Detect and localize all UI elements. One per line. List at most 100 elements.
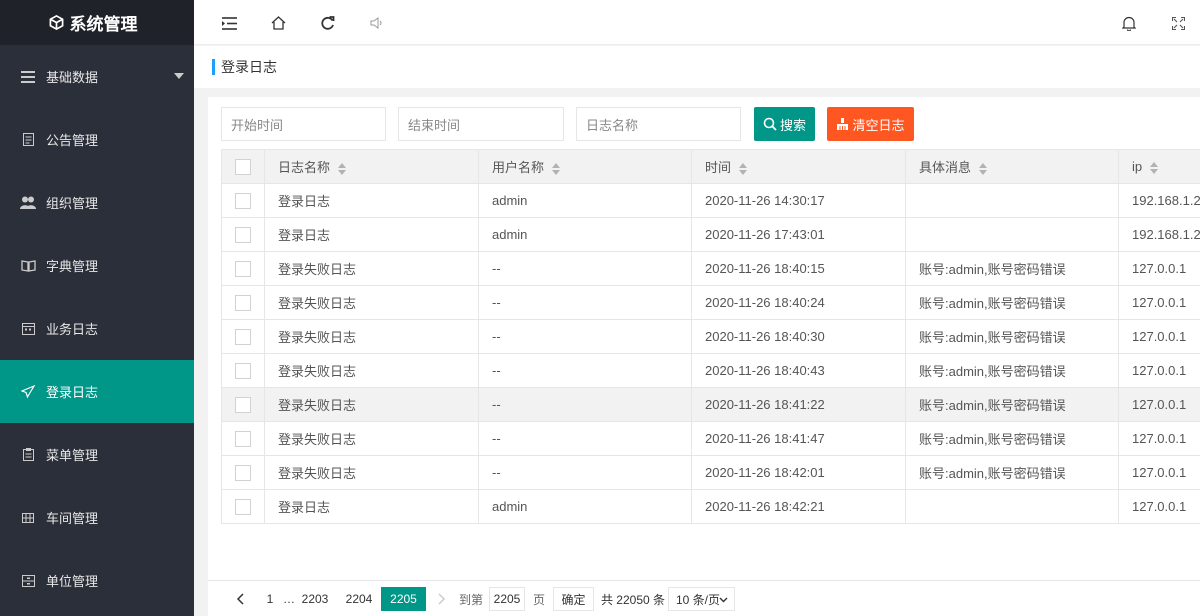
home-icon[interactable]	[269, 14, 287, 32]
sidebar-item-notice[interactable]: 公告管理	[0, 108, 194, 171]
page-unit-label: 页	[532, 592, 545, 607]
sidebar-item-business-log[interactable]: 业务日志	[0, 297, 194, 360]
cell-ip: 127.0.0.1	[1118, 489, 1200, 524]
cell-message	[905, 489, 1119, 524]
cell-ip: 192.168.1.2	[1118, 183, 1200, 218]
column-header-message[interactable]: 具体消息	[905, 149, 1119, 184]
cell-log-name: 登录失败日志	[264, 319, 479, 354]
cell-user-name: admin	[478, 217, 692, 252]
row-checkbox[interactable]	[235, 328, 251, 345]
row-checkbox[interactable]	[235, 362, 251, 379]
table-row[interactable]: 登录失败日志 -- 2020-11-26 18:40:15 账号:admin,账…	[221, 251, 1200, 286]
table-row[interactable]: 登录失败日志 -- 2020-11-26 18:40:30 账号:admin,账…	[221, 319, 1200, 354]
column-header-log-name[interactable]: 日志名称	[264, 149, 479, 184]
cell-ip: 127.0.0.1	[1118, 421, 1200, 456]
page-first[interactable]: 1	[262, 587, 278, 611]
app-logo[interactable]: 系统管理	[0, 0, 194, 45]
sidebar-item-unit[interactable]: 单位管理	[0, 549, 194, 612]
search-button[interactable]: 搜索	[754, 107, 815, 141]
clear-log-button[interactable]: 清空日志	[827, 107, 914, 141]
table-row[interactable]: 登录日志 admin 2020-11-26 18:42:21 127.0.0.1	[221, 489, 1200, 524]
sidebar-item-organization[interactable]: 组织管理	[0, 171, 194, 234]
calendar-icon	[20, 321, 36, 337]
column-header-user-name[interactable]: 用户名称	[478, 149, 692, 184]
document-icon	[20, 132, 36, 148]
login-log-table: 日志名称 用户名称 时间 具体消息 ip 登录日志 admin 2020-11-…	[221, 149, 1200, 524]
table-row[interactable]: 登录日志 admin 2020-11-26 17:43:01 192.168.1…	[221, 217, 1200, 252]
sidebar-item-login-log[interactable]: 登录日志	[0, 360, 194, 423]
cell-user-name: --	[478, 251, 692, 286]
table-row[interactable]: 登录失败日志 -- 2020-11-26 18:41:47 账号:admin,账…	[221, 421, 1200, 456]
sidebar-item-label: 登录日志	[46, 385, 99, 400]
cell-user-name: admin	[478, 489, 692, 524]
row-checkbox[interactable]	[235, 464, 251, 481]
sort-icon[interactable]	[979, 162, 988, 175]
row-checkbox[interactable]	[235, 260, 251, 277]
storage-icon	[20, 573, 36, 589]
page-2204[interactable]: 2204	[342, 587, 376, 611]
send-icon	[20, 384, 36, 400]
fullscreen-icon[interactable]	[1169, 14, 1187, 32]
column-header-ip[interactable]: ip	[1118, 149, 1200, 184]
menu-fold-icon[interactable]	[220, 14, 238, 32]
cell-user-name: --	[478, 421, 692, 456]
speaker-icon[interactable]	[368, 14, 386, 32]
sort-icon[interactable]	[552, 162, 561, 175]
cell-user-name: --	[478, 353, 692, 388]
page-size-select[interactable]: 10 条/页	[668, 587, 735, 611]
cell-log-name: 登录失败日志	[264, 353, 479, 388]
goto-confirm-button[interactable]: 确定	[553, 587, 594, 611]
column-header-time[interactable]: 时间	[691, 149, 906, 184]
pagination: 1 … 2203 2204 2205 到第 2205 页 确定 共 22050 …	[208, 580, 1200, 616]
broom-icon	[837, 117, 849, 130]
select-all-cell	[221, 149, 265, 184]
cell-message: 账号:admin,账号密码错误	[905, 421, 1119, 456]
log-name-input[interactable]: 日志名称	[576, 107, 741, 141]
start-time-input[interactable]: 开始时间	[221, 107, 386, 141]
row-checkbox[interactable]	[235, 498, 251, 515]
users-icon	[20, 195, 36, 211]
sidebar-item-label: 基础数据	[46, 70, 99, 85]
page-2203[interactable]: 2203	[298, 587, 332, 611]
goto-page-input[interactable]: 2205	[489, 587, 525, 611]
sidebar-item-workshop[interactable]: 车间管理	[0, 486, 194, 549]
page-title-bar: 登录日志	[194, 46, 1200, 88]
sidebar-item-label: 车间管理	[46, 511, 99, 526]
page-current[interactable]: 2205	[381, 587, 426, 611]
bell-icon[interactable]	[1120, 14, 1138, 32]
table-row[interactable]: 登录失败日志 -- 2020-11-26 18:42:01 账号:admin,账…	[221, 455, 1200, 490]
table-row[interactable]: 登录日志 admin 2020-11-26 14:30:17 192.168.1…	[221, 183, 1200, 218]
row-checkbox[interactable]	[235, 430, 251, 447]
table-row[interactable]: 登录失败日志 -- 2020-11-26 18:40:43 账号:admin,账…	[221, 353, 1200, 388]
top-header	[194, 0, 1200, 45]
sidebar-item-menu[interactable]: 菜单管理	[0, 423, 194, 486]
cell-message: 账号:admin,账号密码错误	[905, 387, 1119, 422]
sort-icon[interactable]	[739, 162, 748, 175]
log-name-placeholder: 日志名称	[586, 117, 639, 133]
cell-time: 2020-11-26 18:42:01	[691, 455, 906, 490]
refresh-icon[interactable]	[318, 14, 336, 32]
cell-time: 2020-11-26 18:40:15	[691, 251, 906, 286]
row-checkbox[interactable]	[235, 294, 251, 311]
chevron-down-icon	[719, 597, 728, 603]
cell-time: 2020-11-26 18:40:43	[691, 353, 906, 388]
row-checkbox[interactable]	[235, 192, 251, 209]
sidebar-item-dictionary[interactable]: 字典管理	[0, 234, 194, 297]
cube-icon	[49, 15, 63, 30]
row-checkbox[interactable]	[235, 226, 251, 243]
select-all-checkbox[interactable]	[235, 158, 251, 175]
row-checkbox[interactable]	[235, 396, 251, 413]
app-title: 系统管理	[69, 15, 138, 34]
end-time-input[interactable]: 结束时间	[398, 107, 564, 141]
prev-page-button[interactable]	[232, 587, 248, 611]
table-row[interactable]: 登录失败日志 -- 2020-11-26 18:40:24 账号:admin,账…	[221, 285, 1200, 320]
sort-icon[interactable]	[1150, 161, 1159, 174]
total-count: 共 22050 条	[600, 592, 666, 607]
sort-icon[interactable]	[338, 162, 347, 175]
next-page-button[interactable]	[434, 587, 450, 611]
cell-time: 2020-11-26 18:42:21	[691, 489, 906, 524]
sidebar-item-label: 业务日志	[46, 322, 99, 337]
table-row[interactable]: 登录失败日志 -- 2020-11-26 18:41:22 账号:admin,账…	[221, 387, 1200, 422]
cell-log-name: 登录失败日志	[264, 455, 479, 490]
sidebar-item-basic-data[interactable]: 基础数据	[0, 45, 194, 108]
